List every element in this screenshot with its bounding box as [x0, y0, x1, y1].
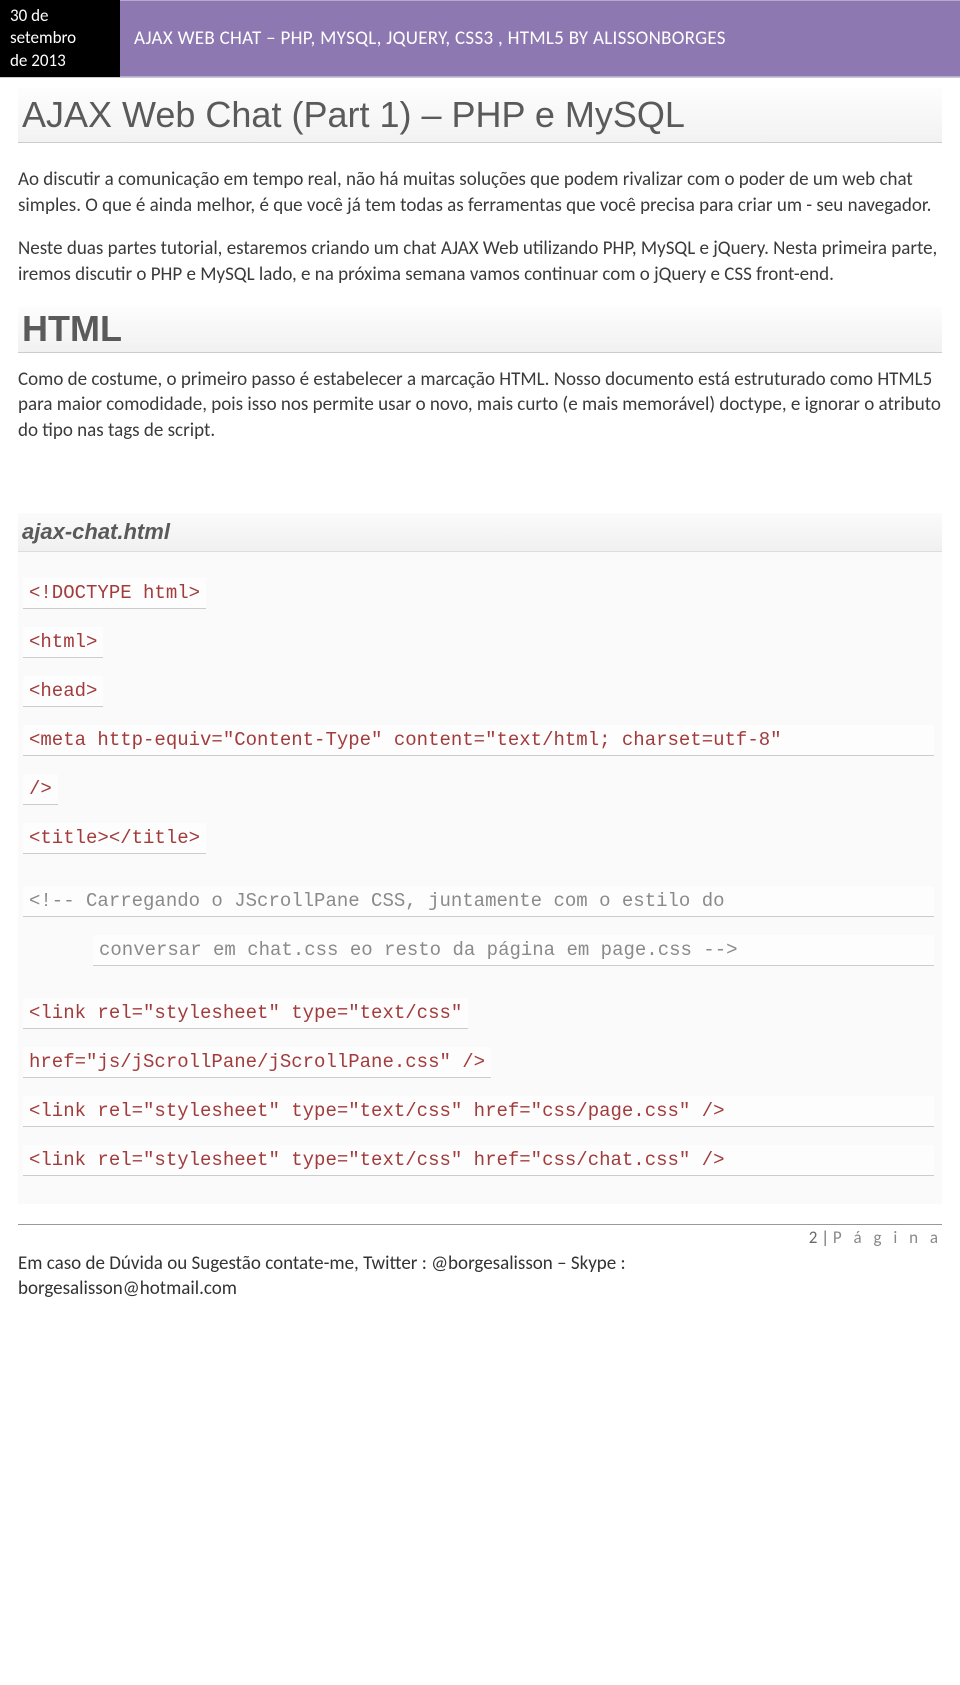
code-comment-line: conversar em chat.css eo resto da página…: [93, 935, 934, 966]
intro-paragraph-1: Ao discutir a comunicação em tempo real,…: [18, 167, 942, 218]
code-line: <link rel="stylesheet" type="text/css" h…: [23, 1096, 934, 1127]
document-title-bar: AJAX WEB CHAT – PHP, MYSQL, JQUERY, CSS3…: [120, 0, 960, 77]
intro-paragraph-2: Neste duas partes tutorial, estaremos cr…: [18, 236, 942, 287]
contact-info: Em caso de Dúvida ou Sugestão contate-me…: [18, 1252, 942, 1301]
page-footer: 2 | P á g i n a Em caso de Dúvida ou Sug…: [0, 1204, 960, 1311]
code-line: <meta http-equiv="Content-Type" content=…: [23, 725, 934, 756]
code-line: <link rel="stylesheet" type="text/css" h…: [23, 1145, 934, 1176]
date-line-3: de 2013: [10, 50, 110, 72]
code-filename: ajax-chat.html: [18, 513, 942, 552]
page-word: P á g i n a: [833, 1227, 942, 1248]
html-paragraph: Como de costume, o primeiro passo é esta…: [18, 367, 942, 444]
document-title-text: AJAX WEB CHAT – PHP, MYSQL, JQUERY, CSS3…: [134, 27, 726, 50]
code-comment-line: <!-- Carregando o JScrollPane CSS, junta…: [23, 886, 934, 917]
date-line-1: 30 de: [10, 5, 110, 27]
code-line: <head>: [23, 676, 103, 707]
date-line-2: setembro: [10, 27, 110, 49]
page-number: 2 | P á g i n a: [18, 1224, 942, 1248]
section-heading-html: HTML: [18, 306, 942, 353]
page-num-value: 2 |: [809, 1227, 833, 1248]
code-line: <!DOCTYPE html>: [23, 578, 206, 609]
contact-line-2: borgesalisson@hotmail.com: [18, 1277, 942, 1302]
code-line: <html>: [23, 627, 103, 658]
date-block: 30 de setembro de 2013: [0, 0, 120, 77]
contact-line-1: Em caso de Dúvida ou Sugestão contate-me…: [18, 1252, 942, 1277]
code-line: />: [23, 774, 58, 805]
code-line: href="js/jScrollPane/jScrollPane.css" />: [23, 1047, 491, 1078]
code-block: ajax-chat.html <!DOCTYPE html> <html> <h…: [18, 513, 942, 1204]
code-line: <title></title>: [23, 823, 206, 854]
code-line: <link rel="stylesheet" type="text/css": [23, 998, 468, 1029]
document-header: 30 de setembro de 2013 AJAX WEB CHAT – P…: [0, 0, 960, 78]
page-title: AJAX Web Chat (Part 1) – PHP e MySQL: [18, 88, 942, 143]
content-area: AJAX Web Chat (Part 1) – PHP e MySQL Ao …: [0, 78, 960, 1204]
